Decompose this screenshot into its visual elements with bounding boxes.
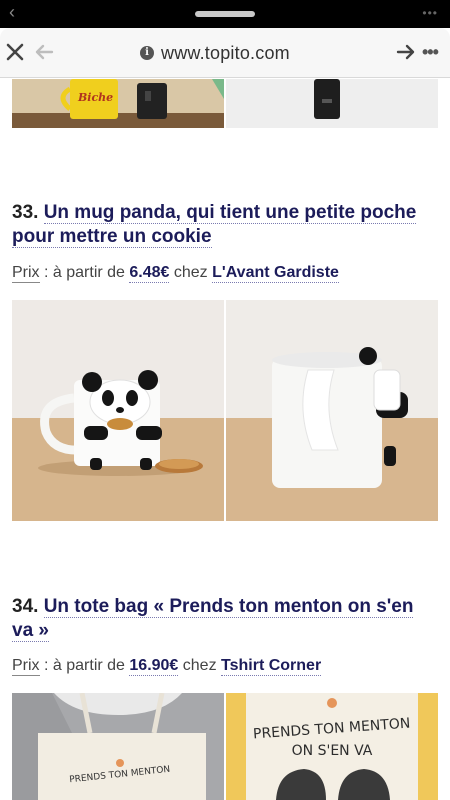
notch-pill	[195, 11, 255, 17]
close-icon[interactable]	[4, 41, 26, 63]
info-icon[interactable]: i	[140, 46, 154, 60]
forward-arrow-icon[interactable]	[395, 41, 417, 63]
shop-link[interactable]: Tshirt Corner	[221, 657, 322, 676]
item-title-link[interactable]: Un mug panda, qui tient une petite poche…	[12, 202, 417, 248]
price-value[interactable]: 6.48€	[129, 264, 170, 283]
article-content: Biche 33. Un mug panda, qui tient une pe…	[0, 79, 450, 800]
item-33-images	[12, 300, 438, 521]
item-number: 34.	[12, 596, 39, 617]
item-34-title[interactable]: 34. Un tote bag « Prends ton menton on s…	[12, 595, 438, 643]
item-34-price: Prix : à partir de 16.90€ chez Tshirt Co…	[12, 657, 322, 676]
item-title-link[interactable]: Un tote bag « Prends ton menton on s'en …	[12, 596, 414, 642]
price-label-link[interactable]: Prix	[12, 264, 40, 283]
price-prefix: : à partir de	[39, 264, 130, 281]
shop-prefix: chez	[178, 657, 222, 674]
item-number: 33.	[12, 202, 39, 223]
status-bar: ‹ •••	[0, 0, 450, 28]
black-device-photo	[226, 79, 438, 128]
panda-mug-front-photo	[12, 300, 224, 521]
browser-toolbar: i www.topito.com •••	[0, 28, 450, 78]
mug-print-text: Biche	[77, 91, 113, 104]
tote-print-line2: ON S'EN VA	[292, 743, 373, 759]
item-34-images: PRENDS TON MENTON PRENDS TON MENTON ON S…	[12, 693, 438, 800]
item-33-price: Prix : à partir de 6.48€ chez L'Avant Ga…	[12, 264, 339, 283]
shop-link[interactable]: L'Avant Gardiste	[212, 264, 339, 283]
item-33-title[interactable]: 33. Un mug panda, qui tient une petite p…	[12, 201, 438, 249]
panda-mug-back-photo	[226, 300, 438, 521]
shop-prefix: chez	[169, 264, 213, 281]
back-to-app-icon[interactable]: ‹	[9, 3, 15, 21]
tote-bag-print-photo: PRENDS TON MENTON ON S'EN VA	[226, 693, 438, 800]
tote-bag-model-photo: PRENDS TON MENTON	[12, 693, 224, 800]
more-menu-icon[interactable]: •••	[422, 43, 439, 61]
url-bar[interactable]: i www.topito.com	[140, 42, 290, 64]
yellow-mug-photo: Biche	[12, 79, 224, 128]
price-value[interactable]: 16.90€	[129, 657, 179, 676]
previous-item-images: Biche	[12, 79, 438, 128]
back-arrow-icon[interactable]	[33, 41, 55, 63]
status-dots-icon: •••	[422, 6, 438, 20]
price-label-link[interactable]: Prix	[12, 657, 40, 676]
price-prefix: : à partir de	[39, 657, 130, 674]
url-text: www.topito.com	[161, 42, 290, 63]
